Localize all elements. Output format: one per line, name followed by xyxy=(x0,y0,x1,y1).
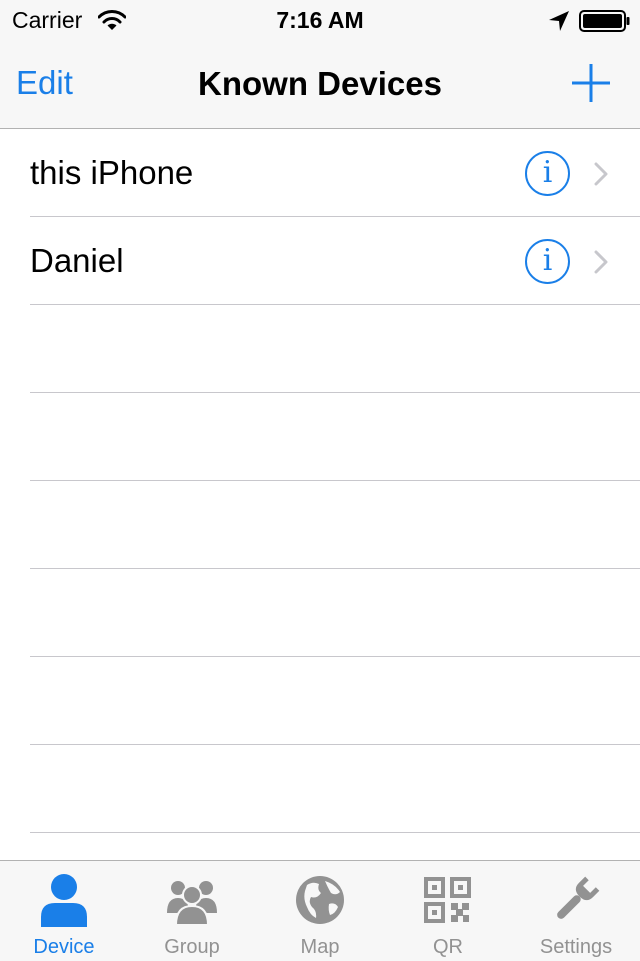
tab-label: Device xyxy=(33,936,95,958)
page-title: Known Devices xyxy=(198,65,442,102)
tab-device[interactable]: Device xyxy=(0,861,128,961)
device-row[interactable]: this iPhone i xyxy=(0,129,640,217)
device-name: Daniel xyxy=(30,242,124,279)
tab-group[interactable]: Group xyxy=(128,861,256,961)
device-list: this iPhone i Daniel i xyxy=(0,129,640,921)
empty-row xyxy=(0,393,640,481)
tab-map[interactable]: Map xyxy=(256,861,384,961)
tab-qr[interactable]: QR xyxy=(384,861,512,961)
tab-label: QR xyxy=(433,936,463,958)
navigation-bar: Edit Known Devices xyxy=(0,40,640,129)
status-bar: Carrier 7:16 AM xyxy=(0,0,640,40)
empty-row xyxy=(0,569,640,657)
tab-settings[interactable]: Settings xyxy=(512,861,640,961)
tab-label: Group xyxy=(164,936,220,958)
chevron-right-icon xyxy=(594,162,608,186)
qr-code-icon xyxy=(424,877,471,923)
info-icon[interactable]: i xyxy=(525,239,570,284)
group-icon xyxy=(167,881,217,926)
tab-label: Settings xyxy=(539,936,613,958)
info-icon[interactable]: i xyxy=(525,151,570,196)
tab-bar: Device Group Map QR Settings xyxy=(0,860,640,961)
location-arrow-icon xyxy=(549,11,569,31)
edit-button[interactable]: Edit xyxy=(16,63,73,103)
empty-row xyxy=(0,657,640,745)
empty-row xyxy=(0,745,640,833)
chevron-right-icon xyxy=(594,250,608,274)
device-row[interactable]: Daniel i xyxy=(0,217,640,305)
empty-row xyxy=(0,481,640,569)
empty-row xyxy=(0,305,640,393)
tab-label: Map xyxy=(300,936,340,958)
battery-icon xyxy=(579,10,630,32)
status-time: 7:16 AM xyxy=(276,7,364,33)
person-icon xyxy=(41,874,87,927)
wrench-icon xyxy=(557,876,600,919)
plus-icon[interactable] xyxy=(568,60,614,106)
device-name: this iPhone xyxy=(30,154,194,191)
globe-icon xyxy=(296,876,344,924)
